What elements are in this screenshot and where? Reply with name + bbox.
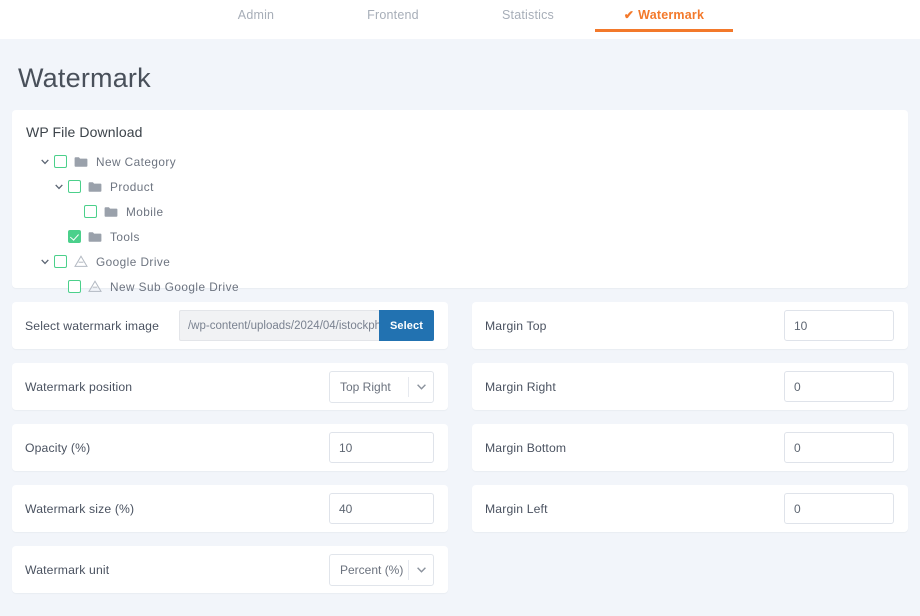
margin-right-input[interactable]: 0 (784, 371, 894, 402)
checkmark-icon: ✔ (623, 7, 635, 22)
google-drive-icon (74, 255, 89, 269)
tab-watermark-label: Watermark (638, 7, 705, 22)
tree-node-checkbox[interactable] (68, 230, 81, 243)
settings-column-left: Select watermark image /wp-content/uploa… (12, 302, 448, 607)
category-tree: New Category Product Mobile Tools Google Dri… (26, 149, 908, 299)
watermark-image-path-input[interactable]: /wp-content/uploads/2024/04/istockphoto (178, 310, 379, 341)
tree-node-label: New Sub Google Drive (110, 279, 239, 294)
tree-node[interactable]: New Category (38, 149, 908, 174)
opacity-label: Opacity (%) (25, 440, 91, 455)
folder-icon (88, 180, 103, 194)
setting-row-margin-right: Margin Right 0 (472, 363, 908, 410)
tab-watermark[interactable]: ✔ Watermark (595, 0, 733, 32)
watermark-position-label: Watermark position (25, 379, 133, 394)
chevron-down-icon (409, 383, 433, 390)
tree-node-checkbox[interactable] (68, 180, 81, 193)
tree-node-label: Tools (110, 229, 140, 244)
opacity-input[interactable]: 10 (329, 432, 434, 463)
folder-icon (104, 205, 119, 219)
chevron-down-icon[interactable] (52, 183, 65, 190)
settings-grid: Select watermark image /wp-content/uploa… (0, 302, 920, 607)
margin-left-label: Margin Left (485, 501, 548, 516)
watermark-unit-select[interactable]: Percent (%) (329, 553, 434, 586)
watermark-size-label: Watermark size (%) (25, 501, 135, 516)
margin-top-input[interactable]: 10 (784, 310, 894, 341)
tree-node-label: New Category (96, 154, 177, 169)
tree-node[interactable]: Mobile (68, 199, 908, 224)
tree-node-label: Mobile (126, 204, 164, 219)
tree-node-label: Product (110, 179, 154, 194)
google-drive-icon (88, 280, 103, 294)
tree-node[interactable]: Product (52, 174, 908, 199)
chevron-down-icon[interactable] (38, 158, 51, 165)
setting-row-watermark-size: Watermark size (%) 40 (12, 485, 448, 532)
select-image-button[interactable]: Select (378, 310, 434, 341)
tree-node-checkbox[interactable] (68, 280, 81, 293)
page-header: Watermark (0, 39, 920, 110)
setting-row-margin-left: Margin Left 0 (472, 485, 908, 532)
tab-statistics[interactable]: Statistics (461, 0, 595, 32)
setting-row-opacity: Opacity (%) 10 (12, 424, 448, 471)
tab-admin-label: Admin (237, 7, 275, 22)
margin-left-input[interactable]: 0 (784, 493, 894, 524)
tree-node[interactable]: Tools (52, 224, 908, 249)
setting-row-watermark-unit: Watermark unit Percent (%) (12, 546, 448, 593)
tree-node-checkbox[interactable] (54, 155, 67, 168)
watermark-position-select[interactable]: Top Right (329, 370, 434, 403)
margin-bottom-label: Margin Bottom (485, 440, 567, 455)
tree-panel-title: WP File Download (26, 124, 143, 140)
tree-node-label: Google Drive (96, 254, 171, 269)
tree-node-checkbox[interactable] (84, 205, 97, 218)
setting-row-watermark-image: Select watermark image /wp-content/uploa… (12, 302, 448, 349)
watermark-unit-label: Watermark unit (25, 562, 110, 577)
tree-node[interactable]: Google Drive (38, 249, 908, 274)
chevron-down-icon (409, 566, 433, 573)
tab-frontend-label: Frontend (367, 7, 419, 22)
tab-statistics-label: Statistics (501, 7, 554, 22)
nav-tab-list: Admin Frontend Statistics ✔ Watermark (187, 0, 733, 39)
setting-row-margin-bottom: Margin Bottom 0 (472, 424, 908, 471)
watermark-image-field-group: /wp-content/uploads/2024/04/istockphoto … (178, 310, 434, 341)
category-tree-panel: WP File Download New Category Product Mobi… (12, 110, 908, 294)
margin-right-label: Margin Right (485, 379, 556, 394)
watermark-size-input[interactable]: 40 (329, 493, 434, 524)
watermark-position-value: Top Right (340, 379, 391, 394)
setting-row-watermark-position: Watermark position Top Right (12, 363, 448, 410)
watermark-unit-value: Percent (%) (340, 562, 404, 577)
settings-column-right: Margin Top 10 Margin Right 0 Margin Bott… (472, 302, 908, 607)
margin-top-label: Margin Top (485, 318, 547, 333)
margin-bottom-input[interactable]: 0 (784, 432, 894, 463)
setting-row-margin-top: Margin Top 10 (472, 302, 908, 349)
tab-admin[interactable]: Admin (187, 0, 325, 32)
chevron-down-icon[interactable] (38, 258, 51, 265)
watermark-image-label: Select watermark image (25, 318, 160, 333)
top-navigation: Admin Frontend Statistics ✔ Watermark (0, 0, 920, 39)
folder-icon (74, 155, 89, 169)
tab-frontend[interactable]: Frontend (325, 0, 461, 32)
tree-node[interactable]: New Sub Google Drive (52, 274, 908, 299)
tree-node-checkbox[interactable] (54, 255, 67, 268)
page-title: Watermark (18, 63, 151, 93)
folder-icon (88, 230, 103, 244)
